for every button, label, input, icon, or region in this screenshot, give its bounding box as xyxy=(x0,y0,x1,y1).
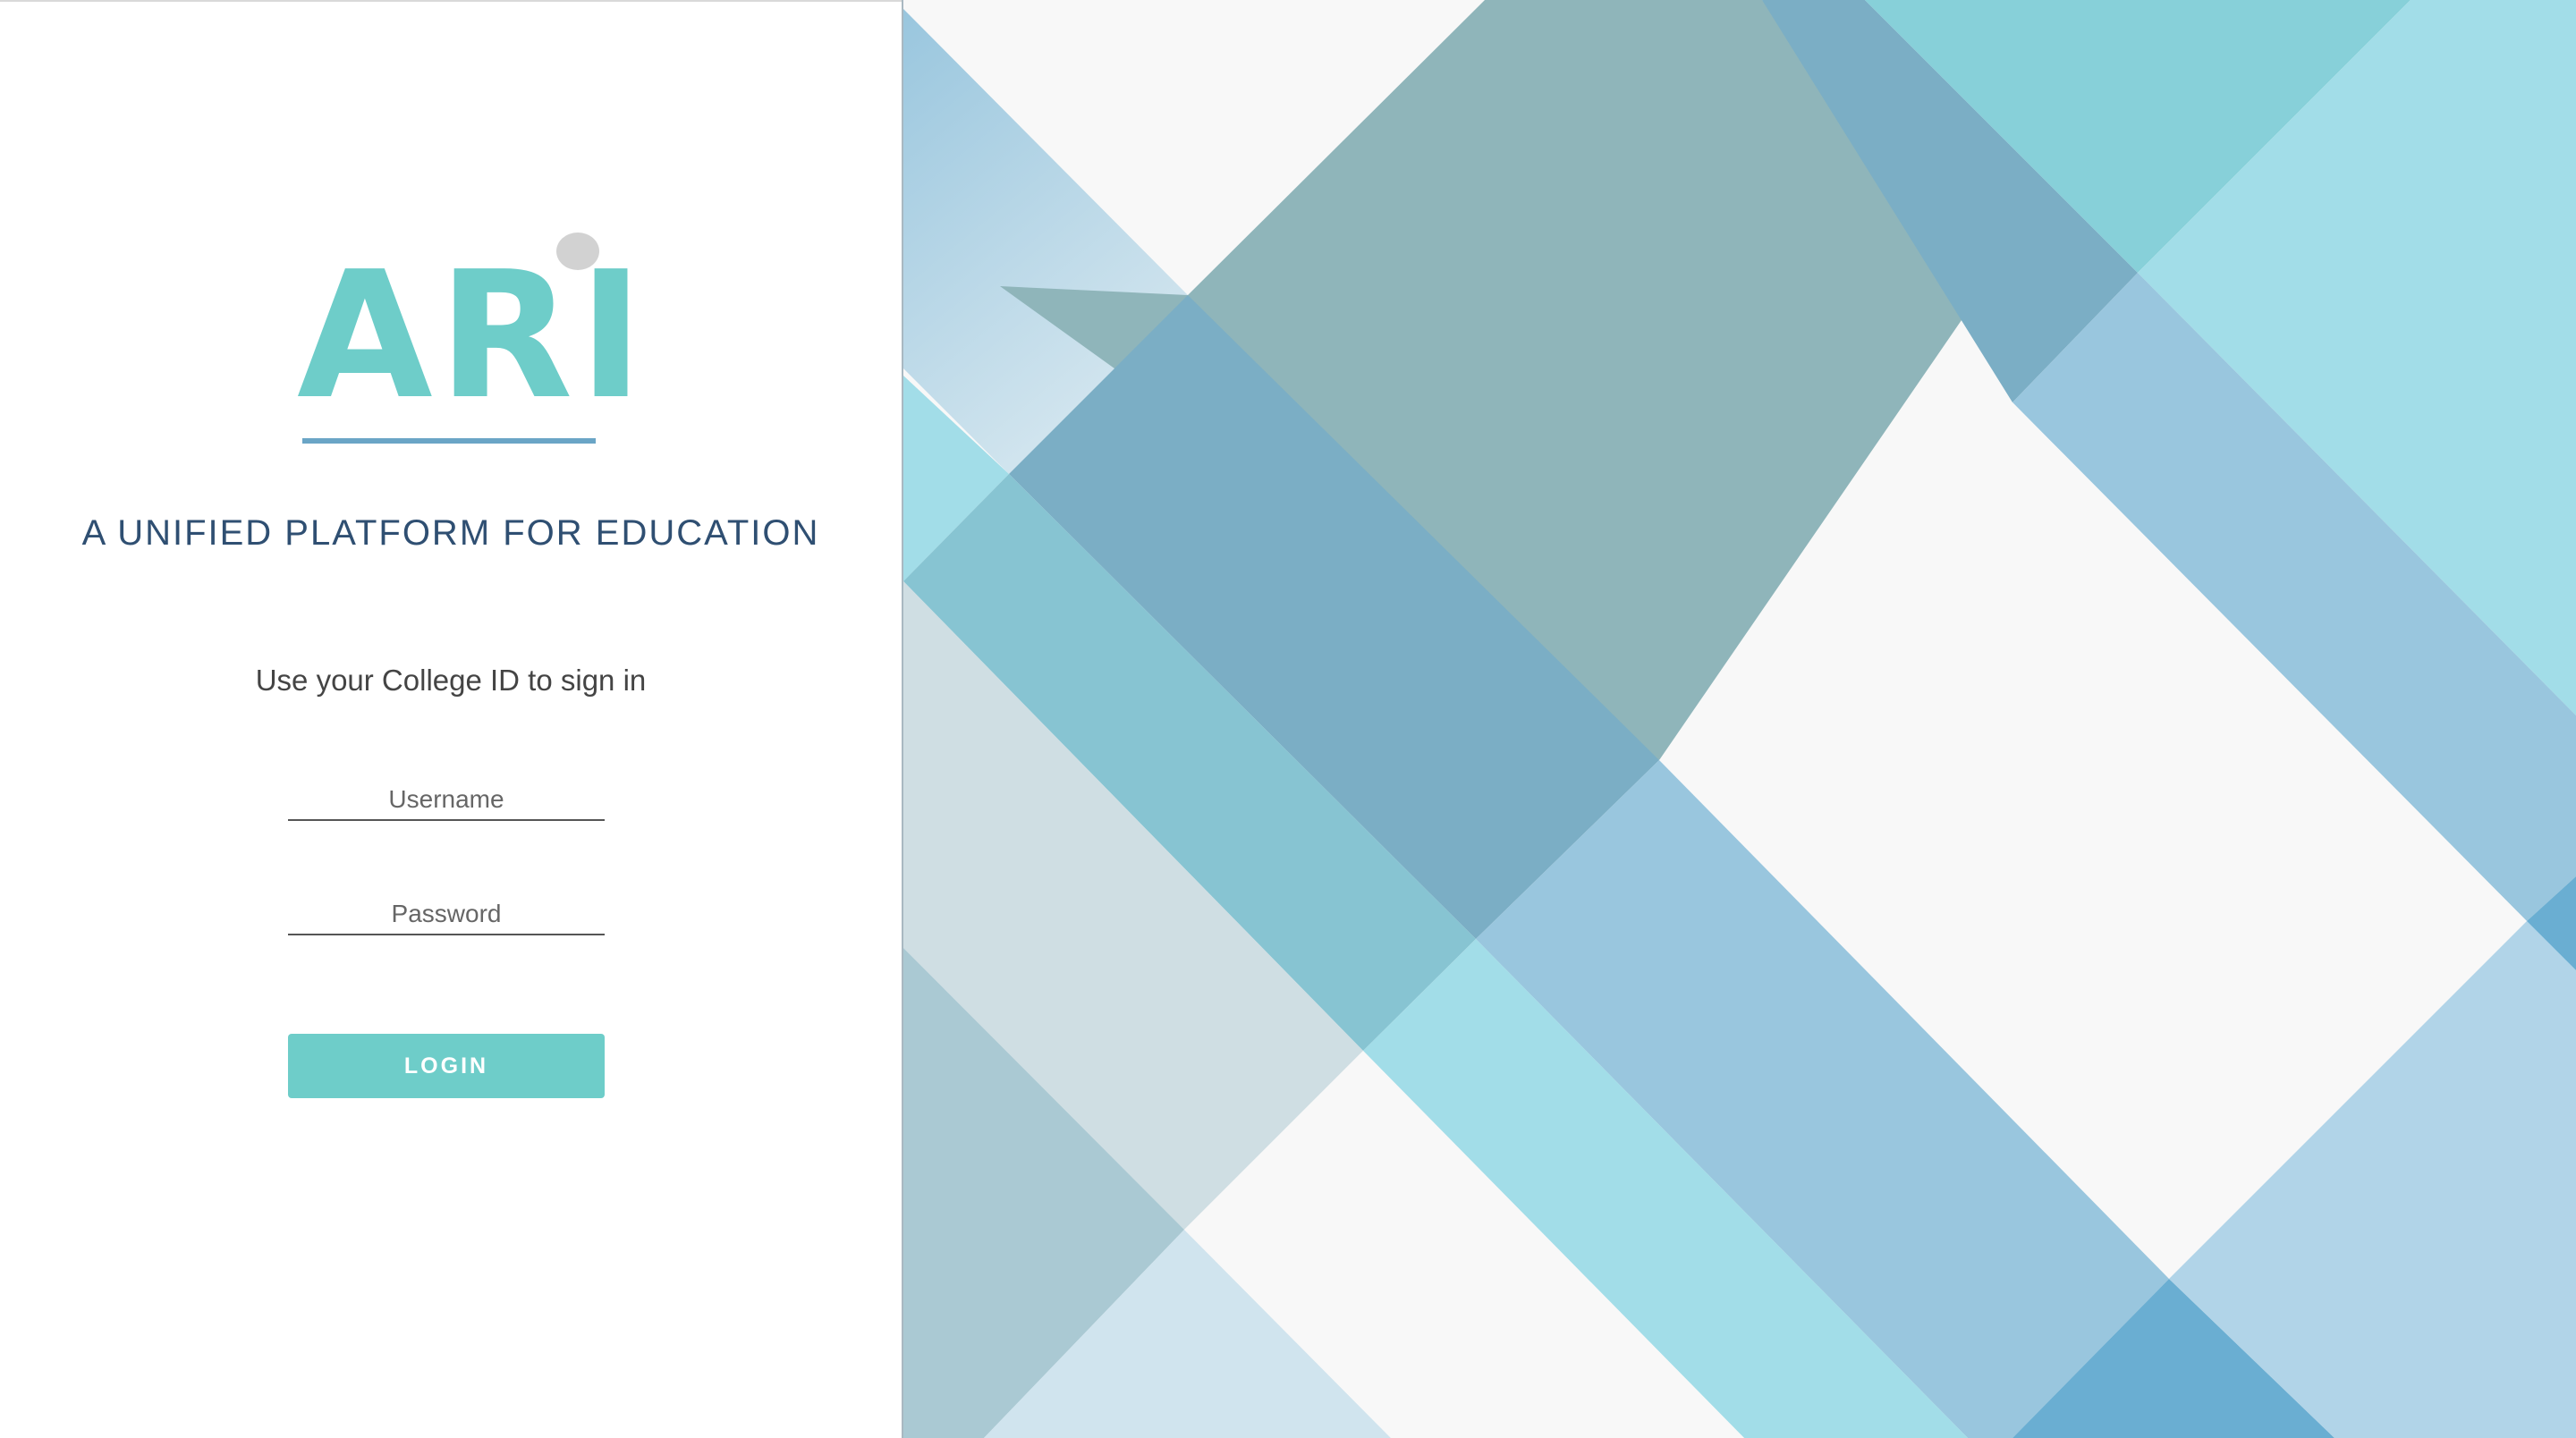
sign-in-instructions: Use your College ID to sign in xyxy=(255,664,647,697)
tagline: A UNIFIED PLATFORM FOR EDUCATION xyxy=(81,513,820,553)
username-input[interactable] xyxy=(288,780,605,821)
ari-logo: ARI xyxy=(297,224,649,447)
logo-underline xyxy=(302,438,596,444)
geometric-pattern xyxy=(903,0,2576,1438)
login-button[interactable]: LOGIN xyxy=(288,1034,605,1098)
decorative-background xyxy=(903,0,2576,1438)
logo-text: ARI xyxy=(297,234,649,438)
login-page: ARI A UNIFIED PLATFORM FOR EDUCATION Use… xyxy=(0,0,2576,1438)
login-panel: ARI A UNIFIED PLATFORM FOR EDUCATION Use… xyxy=(0,0,902,1438)
password-input[interactable] xyxy=(288,894,605,935)
